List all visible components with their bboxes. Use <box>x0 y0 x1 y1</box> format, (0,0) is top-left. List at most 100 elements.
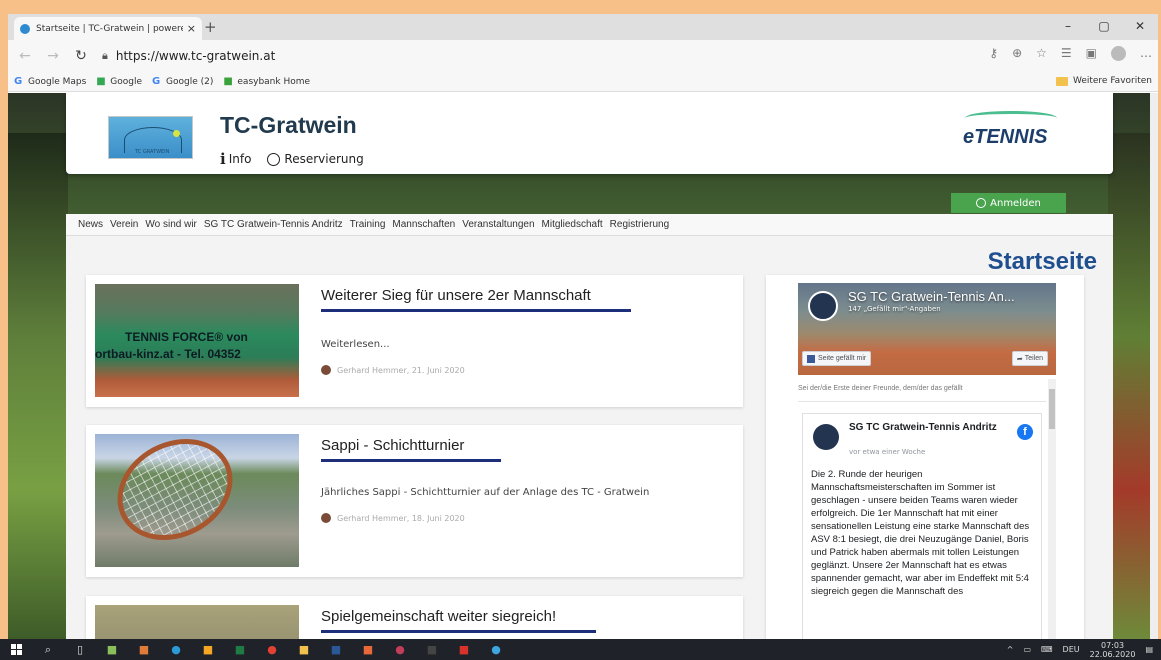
header-links: i Info Reservierung <box>220 150 380 168</box>
post-thumbnail[interactable] <box>95 605 299 639</box>
site-title[interactable]: TC-Gratwein <box>220 112 357 139</box>
forward-icon[interactable]: → <box>42 48 64 64</box>
read-more-link[interactable]: Weiterlesen... <box>321 339 390 350</box>
tennis-ball-icon <box>173 130 180 137</box>
favorite-google-2[interactable]: G Google (2) <box>152 76 213 87</box>
system-clock[interactable]: 07:03 22.06.2020 <box>1090 641 1136 659</box>
close-window-button[interactable]: ✕ <box>1122 14 1158 40</box>
new-tab-button[interactable]: + <box>204 18 217 36</box>
app4-icon[interactable]: ■ <box>416 639 448 660</box>
info-label: Info <box>228 152 252 166</box>
scrollbar-thumb[interactable] <box>1049 389 1055 429</box>
system-tray: ^ ▭ ⌨ DEU 07:03 22.06.2020 ▤ <box>1007 639 1153 660</box>
back-icon[interactable]: ← <box>14 48 36 64</box>
excel-icon[interactable]: ■ <box>224 639 256 660</box>
favorite-easybank[interactable]: ■ easybank Home <box>223 75 311 87</box>
favorites-icon[interactable]: ☰ <box>1061 46 1072 61</box>
reservation-link[interactable]: Reservierung <box>267 152 364 166</box>
chevron-up-icon[interactable]: ^ <box>1007 645 1014 654</box>
app3-icon[interactable]: ● <box>384 639 416 660</box>
url-field[interactable]: 🔒︎ https://www.tc-gratwein.at <box>102 43 902 69</box>
notifications-icon[interactable]: ▤ <box>1145 645 1153 654</box>
app5-icon[interactable]: ● <box>480 639 512 660</box>
word-icon[interactable]: ■ <box>320 639 352 660</box>
app-icon[interactable]: ■ <box>96 639 128 660</box>
club-logo[interactable]: TC GRATWEIN <box>108 116 193 159</box>
post-title[interactable]: Spielgemeinschaft weiter siegreich! <box>321 608 556 625</box>
add-icon[interactable]: ⊕ <box>1012 46 1022 61</box>
edge-icon[interactable]: ● <box>160 639 192 660</box>
more-icon[interactable]: … <box>1140 46 1152 61</box>
login-button[interactable]: Anmelden <box>951 193 1066 213</box>
favorite-google-maps[interactable]: G Google Maps <box>14 76 86 87</box>
easybank-icon: ■ <box>223 75 233 87</box>
page-logo <box>808 291 838 321</box>
media-icon[interactable]: ■ <box>192 639 224 660</box>
refresh-icon[interactable]: ↻ <box>70 48 92 64</box>
other-favorites[interactable]: Weitere Favoriten <box>1055 76 1152 86</box>
post-thumbnail[interactable]: TENNIS FORCE® von ortbau-kinz.at - Tel. … <box>95 284 299 397</box>
share-icon: ➦ <box>1016 355 1025 363</box>
info-link[interactable]: i Info <box>220 150 251 168</box>
nav-wo-sind-wir[interactable]: Wo sind wir <box>145 219 197 230</box>
post-thumbnail[interactable] <box>95 419 299 567</box>
photoshop-icon[interactable]: ■ <box>128 639 160 660</box>
like-page-button[interactable]: Seite gefällt mir <box>802 351 872 366</box>
nav-mannschaften[interactable]: Mannschaften <box>392 219 455 230</box>
user-icon <box>976 198 987 208</box>
main-content: Startseite TENNIS FORCE® von ortbau-kinz… <box>66 236 1113 639</box>
task-view-icon[interactable]: ▯ <box>64 639 96 660</box>
minimize-button[interactable]: – <box>1050 14 1086 40</box>
keyboard-icon[interactable]: ⌨ <box>1041 645 1053 654</box>
nav-veranstaltungen[interactable]: Veranstaltungen <box>462 219 534 230</box>
facebook-scrollbar[interactable] <box>1048 379 1056 639</box>
other-favorites-label: Weitere Favoriten <box>1072 76 1152 86</box>
start-button[interactable] <box>0 639 32 660</box>
facebook-cover[interactable]: SG TC Gratwein-Tennis An... 147 „Gefällt… <box>798 283 1056 375</box>
explorer-icon[interactable]: ■ <box>288 639 320 660</box>
etennis-logo[interactable]: eTENNIS <box>955 109 1065 153</box>
mail-icon[interactable]: ■ <box>448 639 480 660</box>
page-scrollbar[interactable] <box>1150 93 1158 639</box>
browser-tab[interactable]: Startseite | TC-Gratwein | powere × <box>14 17 202 40</box>
nav-registrierung[interactable]: Registrierung <box>610 219 669 230</box>
app2-icon[interactable]: ■ <box>352 639 384 660</box>
chrome-icon[interactable]: ● <box>256 639 288 660</box>
facebook-page-name[interactable]: SG TC Gratwein-Tennis An... <box>848 289 1015 304</box>
title-underline <box>321 630 596 633</box>
search-icon[interactable]: ⌕ <box>32 639 64 660</box>
swoosh-icon <box>965 111 1057 125</box>
url-text: https://www.tc-gratwein.at <box>115 49 276 63</box>
divider <box>798 401 1046 402</box>
maximize-button[interactable]: ▢ <box>1086 14 1122 40</box>
favorite-label: Google <box>110 76 143 87</box>
language-indicator[interactable]: DEU <box>1063 645 1080 654</box>
background-image-left <box>8 133 68 639</box>
nav-verein[interactable]: Verein <box>110 219 138 230</box>
star-icon[interactable]: ☆ <box>1036 46 1047 61</box>
favorite-label: easybank Home <box>237 76 311 87</box>
nav-sg-tc-gratwein[interactable]: SG TC Gratwein-Tennis Andritz <box>204 219 343 230</box>
nav-news[interactable]: News <box>78 219 103 230</box>
clock-time: 07:03 <box>1101 640 1125 650</box>
collections-icon[interactable]: ▣ <box>1086 46 1097 61</box>
nav-mitgliedschaft[interactable]: Mitgliedschaft <box>542 219 603 230</box>
nav-training[interactable]: Training <box>350 219 386 230</box>
post-time[interactable]: vor etwa einer Woche <box>849 448 925 456</box>
tab-close-icon[interactable]: × <box>187 22 196 35</box>
thumbnail-banner-text: ortbau-kinz.at - Tel. 04352 <box>95 347 241 361</box>
favorite-google[interactable]: ■ Google <box>96 76 143 87</box>
post-title[interactable]: Weiterer Sieg für unsere 2er Mannschaft <box>321 287 591 304</box>
post-author-logo[interactable] <box>813 424 839 450</box>
post-body: Die 2. Runde der heurigen Mannschaftsmei… <box>811 469 1030 597</box>
site-favicon-icon <box>20 23 30 34</box>
post-title[interactable]: Sappi - Schichtturnier <box>321 437 464 454</box>
profile-avatar[interactable] <box>1111 46 1126 61</box>
key-icon[interactable]: ⚷ <box>989 46 998 61</box>
post-author-name[interactable]: SG TC Gratwein-Tennis Andritz <box>849 422 999 434</box>
share-button[interactable]: ➦ Teilen <box>1011 351 1048 366</box>
racket-image <box>99 419 251 560</box>
facebook-logo-icon[interactable]: f <box>1017 424 1033 440</box>
network-icon[interactable]: ▭ <box>1023 645 1031 654</box>
post-meta: Gerhard Hemmer, 18. Juni 2020 <box>321 513 465 523</box>
